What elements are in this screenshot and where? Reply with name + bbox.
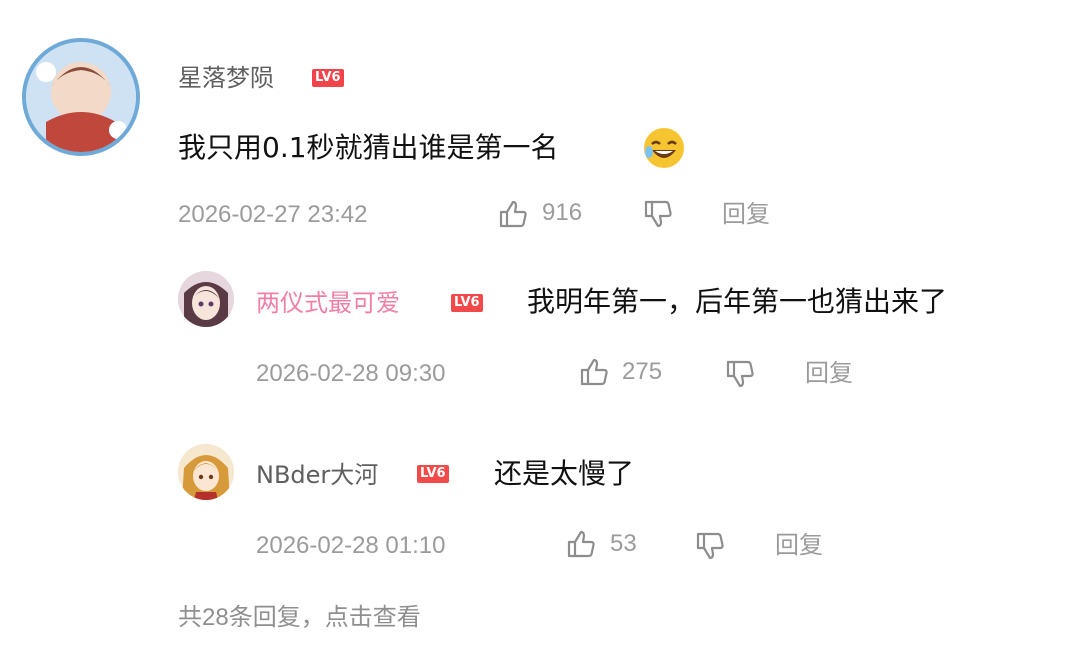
comment-text-reply-2: 还是太慢了	[494, 457, 635, 490]
laughing-emoji-icon	[644, 128, 684, 168]
thumbs-up-icon[interactable]	[578, 356, 610, 388]
thumbs-down-icon[interactable]	[642, 198, 674, 230]
avatar-main-image	[26, 42, 136, 152]
comment-text-reply-1: 我明年第一，后年第一也猜出来了	[527, 285, 948, 318]
avatar-reply-1[interactable]	[178, 271, 234, 327]
avatar-reply-2-image	[178, 444, 234, 500]
thumbs-up-icon[interactable]	[565, 528, 597, 560]
reply-button-reply-1[interactable]: 回复	[805, 359, 853, 389]
avatar-reply-2[interactable]	[178, 444, 234, 500]
thumbs-down-icon[interactable]	[724, 358, 756, 390]
thumbs-up-icon[interactable]	[497, 198, 529, 230]
timestamp-reply-1: 2026-02-28 09:30	[256, 360, 446, 387]
view-all-replies-link[interactable]: 共28条回复，点击查看	[178, 603, 421, 633]
username-reply-1[interactable]: 两仪式最可爱	[256, 288, 400, 318]
level-badge-main: LV6	[312, 69, 344, 87]
comment-text-main: 我只用0.1秒就猜出谁是第一名	[178, 131, 559, 164]
like-count-main: 916	[542, 199, 583, 226]
timestamp-main: 2026-02-27 23:42	[178, 201, 368, 228]
reply-button-main[interactable]: 回复	[722, 200, 770, 230]
thumbs-down-icon[interactable]	[694, 530, 726, 562]
avatar-main[interactable]	[22, 38, 140, 156]
username-reply-2[interactable]: NBder大河	[256, 460, 378, 490]
like-count-reply-1: 275	[622, 358, 663, 385]
level-badge-reply-2: LV6	[417, 465, 449, 483]
reply-button-reply-2[interactable]: 回复	[775, 531, 823, 561]
username-main[interactable]: 星落梦陨	[178, 63, 274, 93]
like-count-reply-2: 53	[610, 530, 637, 557]
avatar-reply-1-image	[178, 271, 234, 327]
level-badge-reply-1: LV6	[451, 294, 483, 312]
timestamp-reply-2: 2026-02-28 01:10	[256, 532, 446, 559]
